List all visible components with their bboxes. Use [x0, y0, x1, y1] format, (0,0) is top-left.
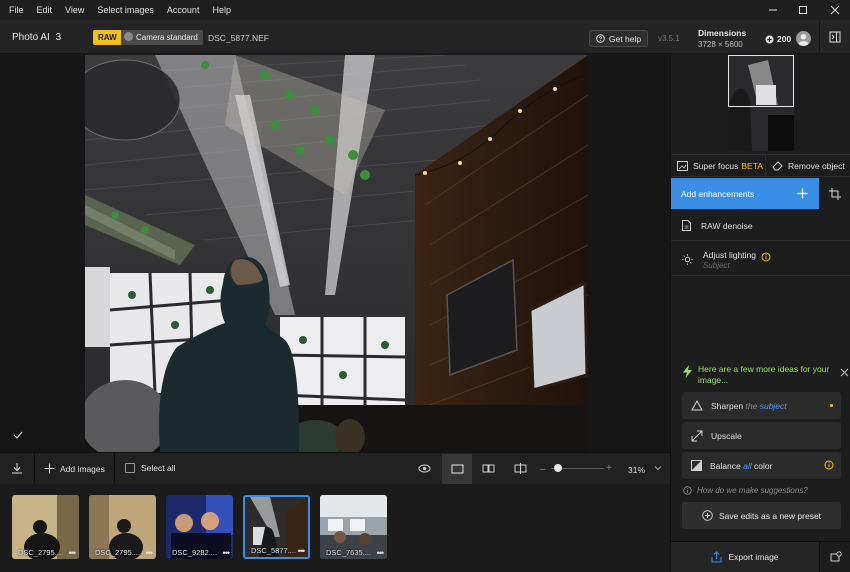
- suggestion-help-link[interactable]: How do we make suggestions?: [683, 486, 808, 495]
- split-view-icon[interactable]: [514, 463, 527, 474]
- divider: [34, 453, 35, 485]
- select-all-checkbox[interactable]: Select all: [125, 463, 176, 473]
- menu-edit[interactable]: Edit: [37, 5, 53, 15]
- enhancement-adjust-lighting[interactable]: Adjust lighting Subject: [671, 242, 850, 276]
- help-icon: [596, 34, 605, 43]
- user-avatar[interactable]: [796, 31, 811, 46]
- export-icon: [711, 551, 722, 563]
- checkbox-icon: [125, 463, 135, 473]
- divider: [114, 453, 115, 485]
- header: Photo AI 3 RAW Camera standard DSC_5877.…: [0, 20, 850, 54]
- plus-icon: [44, 463, 55, 474]
- sharpen-icon: [691, 400, 703, 411]
- raw-badge: RAW: [93, 30, 122, 45]
- credits-counter[interactable]: 200: [765, 34, 791, 44]
- more-icon[interactable]: •••: [377, 548, 385, 558]
- check-icon[interactable]: [13, 430, 23, 440]
- idea-balance-color[interactable]: Balance all color: [682, 452, 841, 479]
- navigator-preview[interactable]: [728, 55, 794, 151]
- more-icon[interactable]: •••: [223, 548, 231, 558]
- plus-icon: [797, 188, 808, 199]
- status-dot: [830, 404, 833, 407]
- plus-circle-icon: [702, 510, 713, 521]
- remove-object-button[interactable]: Remove object: [766, 155, 850, 177]
- dimensions-label: Dimensions: [698, 28, 747, 38]
- idea-sharpen[interactable]: Sharpen the subject: [682, 392, 841, 419]
- eraser-icon: [772, 161, 783, 171]
- version-label: v3.5.1: [658, 34, 680, 43]
- menu-help[interactable]: Help: [212, 5, 231, 15]
- close-icon[interactable]: [840, 368, 849, 377]
- side-by-side-icon[interactable]: [482, 463, 495, 474]
- image-canvas[interactable]: [0, 55, 670, 452]
- panel-toggle-icon[interactable]: [819, 20, 850, 54]
- more-icon[interactable]: •••: [146, 548, 154, 558]
- eye-icon[interactable]: [418, 463, 431, 474]
- single-view-icon: [451, 464, 464, 474]
- dimensions-value: 3728 × 5600: [698, 40, 743, 49]
- zoom-out-icon[interactable]: –: [540, 464, 546, 475]
- profile-icon: [124, 32, 133, 41]
- ideas-header: Here are a few more ideas for your image…: [698, 364, 830, 385]
- lighting-icon: [682, 254, 693, 265]
- info-icon: [683, 486, 692, 495]
- menu-select-images[interactable]: Select images: [97, 5, 154, 15]
- thumbnail-1[interactable]: DSC_2795.... •••: [12, 495, 79, 559]
- enhancement-raw-denoise[interactable]: RAW denoise: [671, 211, 850, 241]
- info-icon[interactable]: [761, 252, 771, 262]
- credits-icon: [765, 35, 774, 43]
- export-settings-button[interactable]: [819, 541, 850, 572]
- super-focus-button[interactable]: Super focus BETA: [671, 154, 766, 177]
- zoom-in-icon[interactable]: +: [606, 463, 612, 474]
- right-panel: Super focus BETA Remove object Add enhan…: [670, 55, 850, 572]
- thumbnail-3[interactable]: DSC_9282.... •••: [166, 495, 233, 559]
- export-settings-icon: [830, 551, 842, 562]
- info-icon[interactable]: [824, 460, 834, 470]
- single-view-button[interactable]: [442, 454, 472, 484]
- bottom-toolbar: Add images Select all – + 31%: [0, 452, 670, 485]
- save-preset-button[interactable]: Save edits as a new preset: [682, 502, 841, 529]
- chevron-down-icon[interactable]: [654, 464, 662, 472]
- upscale-icon: [691, 430, 703, 441]
- thumbnail-5[interactable]: DSC_7635.... •••: [320, 495, 387, 559]
- raw-icon: [682, 220, 691, 231]
- crop-button[interactable]: [819, 178, 850, 209]
- idea-upscale[interactable]: Upscale: [682, 422, 841, 449]
- menu-bar: File Edit View Select images Account Hel…: [0, 0, 850, 20]
- filmstrip: DSC_2795.... ••• DSC_2795.... ••• DSC_92…: [0, 484, 670, 572]
- camera-profile-badge[interactable]: Camera standard: [121, 30, 203, 45]
- crop-icon: [829, 187, 841, 200]
- lightning-icon: [683, 365, 692, 378]
- zoom-value[interactable]: 31%: [628, 465, 645, 475]
- more-icon[interactable]: •••: [69, 548, 77, 558]
- close-icon[interactable]: [820, 0, 850, 20]
- menu-account[interactable]: Account: [167, 5, 200, 15]
- tool-tabs: Super focus BETA Remove object: [671, 154, 850, 177]
- add-images-button[interactable]: Add images: [44, 463, 105, 474]
- thumbnail-2[interactable]: DSC_2795.... •••: [89, 495, 156, 559]
- navigator-viewport[interactable]: [728, 55, 794, 107]
- thumbnail-4-selected[interactable]: DSC_5877.... •••: [243, 495, 310, 559]
- file-name: DSC_5877.NEF: [208, 33, 269, 43]
- app-title: Photo AI 3: [12, 32, 62, 43]
- more-icon[interactable]: •••: [298, 546, 306, 556]
- maximize-icon[interactable]: [788, 0, 818, 20]
- export-image-button[interactable]: Export image: [671, 541, 819, 572]
- get-help-button[interactable]: Get help: [589, 30, 648, 47]
- menu-file[interactable]: File: [9, 5, 24, 15]
- balance-icon: [691, 460, 702, 471]
- minimize-icon[interactable]: [758, 0, 788, 20]
- preview-image[interactable]: [85, 55, 588, 452]
- zoom-slider-handle[interactable]: [553, 464, 562, 472]
- super-focus-icon: [677, 160, 688, 171]
- menu-view[interactable]: View: [65, 5, 84, 15]
- add-enhancements-button[interactable]: Add enhancements: [671, 178, 819, 209]
- import-icon[interactable]: [11, 462, 23, 474]
